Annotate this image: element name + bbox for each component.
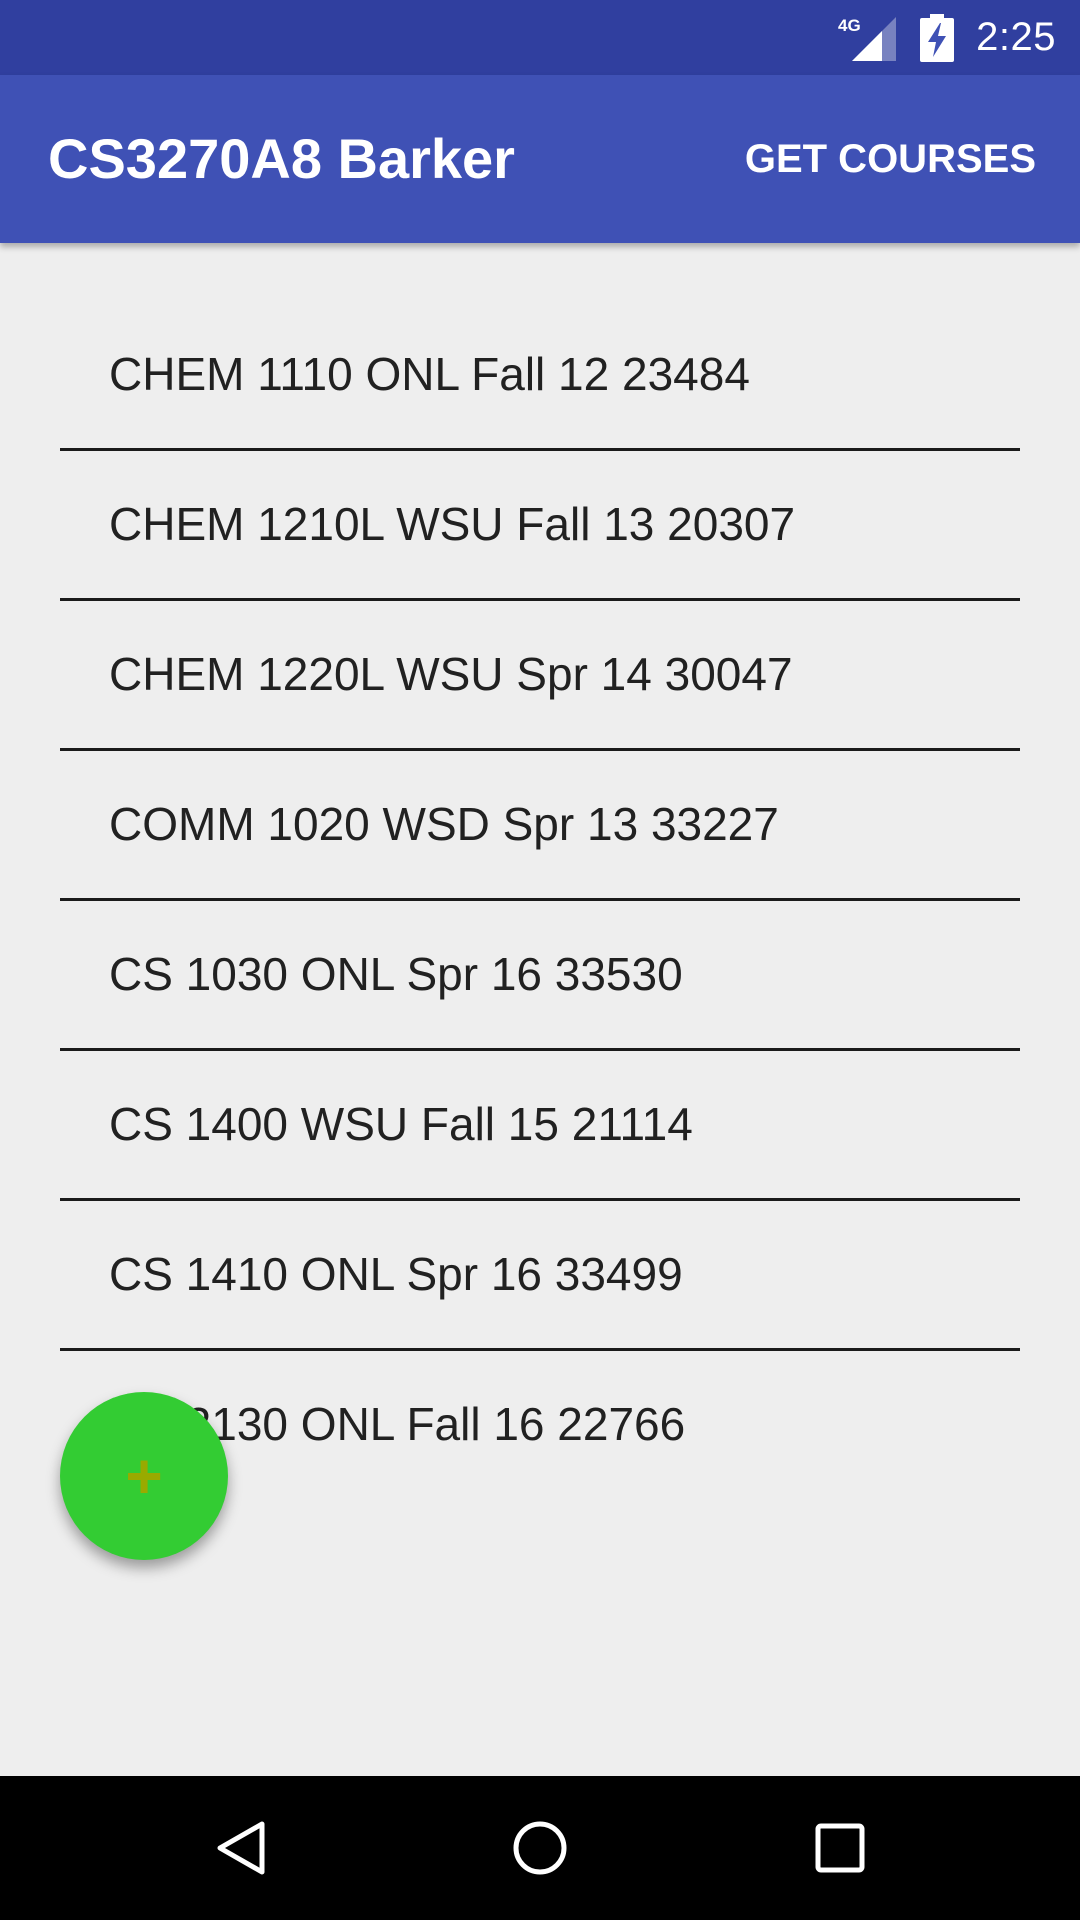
course-list-item[interactable]: CHEM 1110 ONL Fall 12 23484 <box>60 301 1020 451</box>
course-list-item[interactable]: COMM 1020 WSD Spr 13 33227 <box>60 751 1020 901</box>
navigation-bar <box>0 1776 1080 1920</box>
add-course-button[interactable]: + <box>60 1392 228 1560</box>
back-button[interactable] <box>162 1776 322 1920</box>
course-list: CHEM 1110 ONL Fall 12 23484 CHEM 1210L W… <box>60 301 1020 1498</box>
battery-charging-icon <box>920 13 955 62</box>
course-label: CS 1030 ONL Spr 16 33530 <box>109 948 683 1000</box>
course-list-item[interactable]: CHEM 1220L WSU Spr 14 30047 <box>60 601 1020 751</box>
status-bar: 4G 2:25 <box>0 0 1080 75</box>
course-label: CHEM 1220L WSU Spr 14 30047 <box>109 648 793 700</box>
course-list-item[interactable]: CS 1030 ONL Spr 16 33530 <box>60 901 1020 1051</box>
recents-button[interactable] <box>760 1776 920 1920</box>
course-label: CS 1410 ONL Spr 16 33499 <box>109 1248 683 1300</box>
home-button[interactable] <box>460 1776 620 1920</box>
status-icons: 4G 2:25 <box>838 0 1056 75</box>
course-label: CHEM 1210L WSU Fall 13 20307 <box>109 498 796 550</box>
course-list-item[interactable]: CS 1400 WSU Fall 15 21114 <box>60 1051 1020 1201</box>
home-icon <box>513 1821 567 1875</box>
course-label: CS 1400 WSU Fall 15 21114 <box>109 1098 693 1150</box>
recents-icon <box>815 1823 865 1873</box>
signal-icon: 4G <box>838 16 897 61</box>
plus-icon: + <box>125 1440 163 1512</box>
course-list-item[interactable]: CS 1410 ONL Spr 16 33499 <box>60 1201 1020 1351</box>
course-list-item[interactable]: CHEM 1210L WSU Fall 13 20307 <box>60 451 1020 601</box>
get-courses-button[interactable]: GET COURSES <box>737 75 1044 243</box>
app-title: CS3270A8 Barker <box>48 127 515 190</box>
network-type-label: 4G <box>838 16 861 35</box>
clock: 2:25 <box>976 15 1056 59</box>
course-label: COMM 1020 WSD Spr 13 33227 <box>109 798 779 850</box>
back-icon <box>217 1821 265 1875</box>
app-bar: CS3270A8 Barker GET COURSES <box>0 75 1080 243</box>
course-label: CHEM 1110 ONL Fall 12 23484 <box>109 348 750 400</box>
